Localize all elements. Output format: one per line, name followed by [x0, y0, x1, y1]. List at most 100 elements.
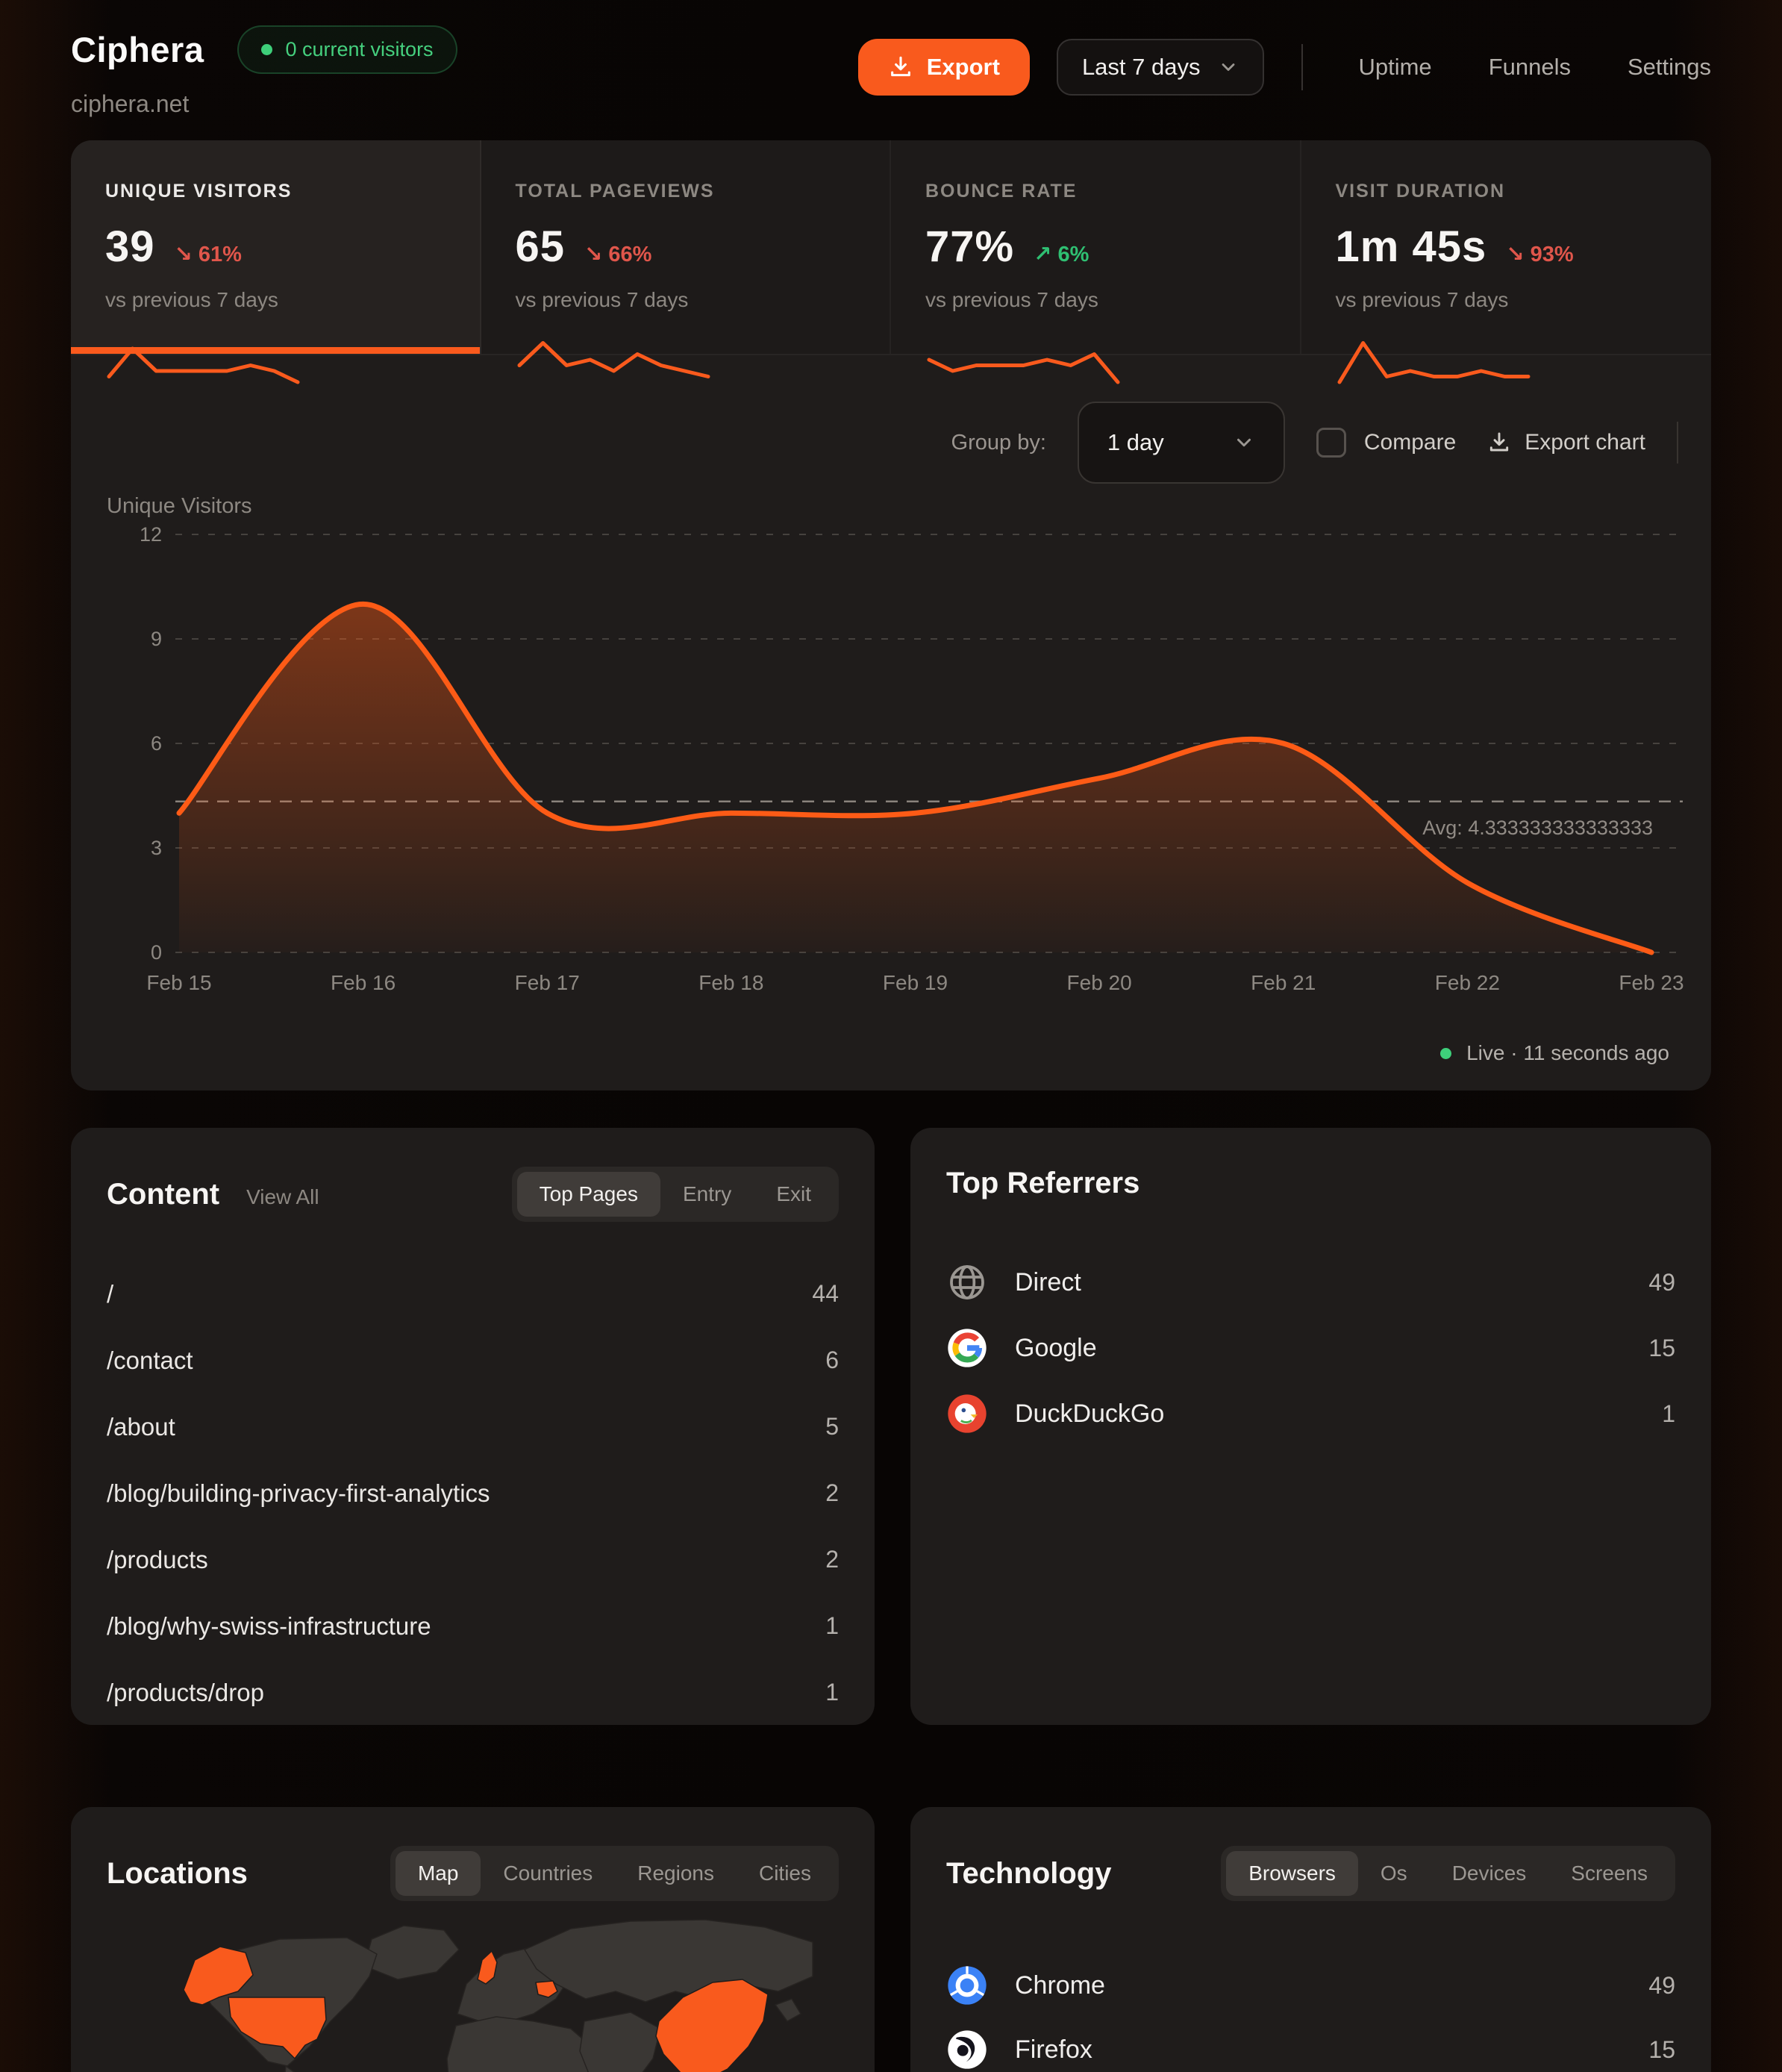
chevron-down-icon	[1233, 431, 1255, 454]
stat-delta: ↘ 66%	[584, 241, 651, 267]
referrer-row-direct[interactable]: Direct 49	[946, 1249, 1675, 1315]
stat-label: UNIQUE VISITORS	[105, 181, 446, 202]
nav-settings[interactable]: Settings	[1628, 54, 1711, 81]
export-button[interactable]: Export	[858, 39, 1030, 96]
tab-regions[interactable]: Regions	[615, 1851, 737, 1896]
content-card: Content View All Top Pages Entry Exit /4…	[71, 1128, 875, 1725]
controls-divider	[1677, 422, 1678, 464]
stat-bounce-rate[interactable]: BOUNCE RATE 77% ↗ 6% vs previous 7 days	[891, 140, 1301, 354]
globe-icon	[946, 1261, 988, 1303]
tab-screens[interactable]: Screens	[1548, 1851, 1670, 1896]
browser-row-firefox[interactable]: Firefox 15	[946, 2018, 1675, 2072]
page-row[interactable]: /about5	[107, 1394, 839, 1460]
header-divider	[1301, 44, 1303, 90]
stat-value: 39	[105, 222, 155, 272]
locations-tabs: Map Countries Regions Cities	[390, 1846, 839, 1901]
stat-compare: vs previous 7 days	[105, 288, 446, 312]
stat-value: 77%	[925, 222, 1014, 272]
map-china-highlight	[656, 1979, 768, 2072]
stats-row: UNIQUE VISITORS 39 ↘ 61% vs previous 7 d…	[71, 140, 1711, 355]
page-row[interactable]: /products/drop1	[107, 1659, 839, 1725]
stat-unique-visitors[interactable]: UNIQUE VISITORS 39 ↘ 61% vs previous 7 d…	[71, 140, 481, 354]
duckduckgo-icon	[946, 1393, 988, 1435]
date-range-select[interactable]: Last 7 days	[1057, 39, 1265, 96]
svg-text:3: 3	[151, 837, 162, 859]
main-chart-area: Group by: 1 day Compare Export chart	[71, 355, 1711, 1089]
download-icon	[1487, 431, 1511, 455]
svg-text:Feb 23: Feb 23	[1619, 971, 1683, 994]
tab-map[interactable]: Map	[396, 1851, 481, 1896]
top-pages-list: /44 /contact6 /about5 /blog/building-pri…	[71, 1261, 875, 1725]
page-row[interactable]: /blog/why-swiss-infrastructure1	[107, 1593, 839, 1659]
content-tabs: Top Pages Entry Exit	[512, 1167, 839, 1222]
map-middle-east	[580, 2012, 660, 2072]
visitors-area-chart: 036912Avg: 4.333333333333333Feb 15Feb 16…	[71, 505, 1711, 1027]
nav-funnels[interactable]: Funnels	[1489, 54, 1571, 81]
stat-total-pageviews[interactable]: TOTAL PAGEVIEWS 65 ↘ 66% vs previous 7 d…	[481, 140, 892, 354]
stat-delta: ↗ 6%	[1034, 241, 1089, 267]
overview-panel: UNIQUE VISITORS 39 ↘ 61% vs previous 7 d…	[71, 140, 1711, 1090]
tab-cities[interactable]: Cities	[737, 1851, 834, 1896]
stat-label: TOTAL PAGEVIEWS	[516, 181, 856, 202]
compare-checkbox[interactable]	[1316, 428, 1346, 458]
stat-delta: ↘ 93%	[1506, 241, 1573, 267]
tab-browsers[interactable]: Browsers	[1226, 1851, 1358, 1896]
tab-os[interactable]: Os	[1358, 1851, 1430, 1896]
brand-block: Ciphera 0 current visitors ciphera.net	[71, 25, 457, 118]
group-by-label: Group by:	[951, 431, 1046, 455]
content-title: Content	[107, 1178, 219, 1211]
export-label: Export	[927, 54, 1000, 81]
map-central-america	[284, 2066, 302, 2072]
group-by-select[interactable]: 1 day	[1078, 402, 1285, 484]
compare-label: Compare	[1364, 430, 1456, 455]
map-greenland	[364, 1926, 459, 1979]
stat-visit-duration[interactable]: VISIT DURATION 1m 45s ↘ 93% vs previous …	[1301, 140, 1712, 354]
svg-text:6: 6	[151, 732, 162, 755]
view-all-link[interactable]: View All	[246, 1185, 319, 1209]
trend-down-icon: ↘	[175, 243, 193, 266]
referrers-list: Direct 49 Google 1	[910, 1249, 1711, 1447]
stat-label: VISIT DURATION	[1336, 181, 1678, 202]
svg-text:9: 9	[151, 628, 162, 650]
live-dot-icon	[261, 44, 272, 55]
trend-down-icon: ↘	[584, 243, 602, 266]
svg-text:Feb 20: Feb 20	[1067, 971, 1132, 994]
referrers-title: Top Referrers	[946, 1167, 1139, 1200]
chart-controls: Group by: 1 day Compare Export chart	[951, 402, 1678, 484]
technology-title: Technology	[946, 1857, 1111, 1891]
stat-delta: ↘ 61%	[175, 241, 242, 267]
stat-value: 65	[516, 222, 566, 272]
page-row[interactable]: /44	[107, 1261, 839, 1327]
tab-countries[interactable]: Countries	[481, 1851, 615, 1896]
main-nav: Uptime Funnels Settings	[1358, 54, 1711, 81]
stat-compare: vs previous 7 days	[516, 288, 856, 312]
tab-entry[interactable]: Entry	[660, 1172, 754, 1217]
compare-toggle[interactable]: Compare	[1316, 428, 1456, 458]
page-row[interactable]: /blog/building-privacy-first-analytics2	[107, 1460, 839, 1526]
map-africa	[447, 2017, 593, 2072]
page-row[interactable]: /products2	[107, 1526, 839, 1593]
technology-tabs: Browsers Os Devices Screens	[1221, 1846, 1675, 1901]
tab-devices[interactable]: Devices	[1430, 1851, 1549, 1896]
page-row[interactable]: /contact6	[107, 1327, 839, 1394]
nav-uptime[interactable]: Uptime	[1358, 54, 1431, 81]
export-chart-button[interactable]: Export chart	[1487, 430, 1645, 455]
stat-compare: vs previous 7 days	[1336, 288, 1678, 312]
referrer-row-duckduckgo[interactable]: DuckDuckGo 1	[946, 1381, 1675, 1447]
live-status: Live · 11 seconds ago	[1440, 1041, 1669, 1065]
date-range-value: Last 7 days	[1082, 54, 1201, 81]
locations-card: Locations Map Countries Regions Cities	[71, 1807, 875, 2072]
browser-row-chrome[interactable]: Chrome 49	[946, 1953, 1675, 2018]
referrers-card: Top Referrers Direct 49	[910, 1128, 1711, 1725]
firefox-icon	[946, 2029, 988, 2071]
svg-text:Feb 22: Feb 22	[1435, 971, 1500, 994]
tab-exit[interactable]: Exit	[754, 1172, 834, 1217]
middle-row: Content View All Top Pages Entry Exit /4…	[71, 1128, 1711, 1725]
tab-top-pages[interactable]: Top Pages	[517, 1172, 660, 1217]
live-dot-icon	[1440, 1048, 1451, 1059]
current-visitors-badge[interactable]: 0 current visitors	[237, 25, 457, 74]
stat-value: 1m 45s	[1336, 222, 1487, 272]
svg-text:Feb 17: Feb 17	[515, 971, 580, 994]
top-bar: Ciphera 0 current visitors ciphera.net E…	[71, 0, 1711, 140]
referrer-row-google[interactable]: Google 15	[946, 1315, 1675, 1381]
